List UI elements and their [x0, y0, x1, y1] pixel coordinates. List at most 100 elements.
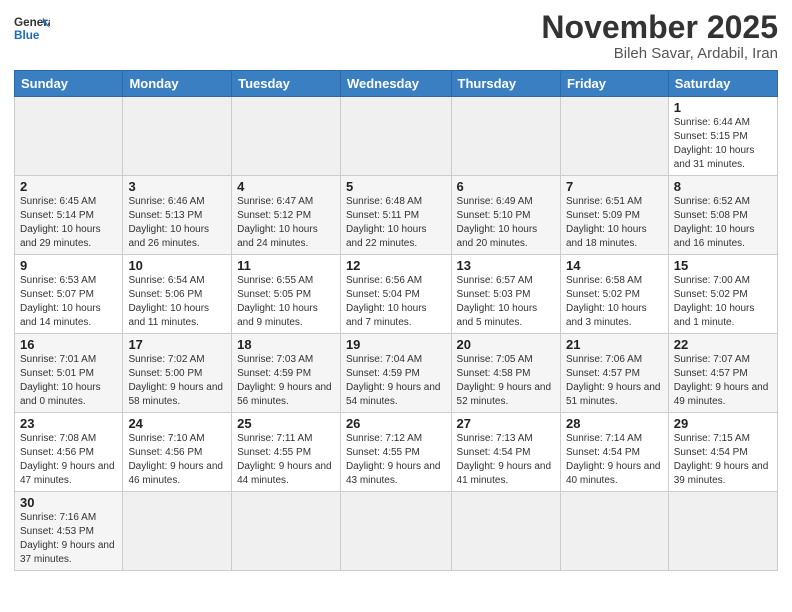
day-info: Sunrise: 7:03 AM Sunset: 4:59 PM Dayligh… [237, 353, 335, 409]
day-number: 12 [346, 258, 446, 273]
table-row: 27Sunrise: 7:13 AM Sunset: 4:54 PM Dayli… [451, 413, 560, 492]
day-number: 26 [346, 416, 446, 431]
day-info: Sunrise: 6:51 AM Sunset: 5:09 PM Dayligh… [566, 195, 663, 251]
day-info: Sunrise: 6:49 AM Sunset: 5:10 PM Dayligh… [457, 195, 555, 251]
table-row: 19Sunrise: 7:04 AM Sunset: 4:59 PM Dayli… [340, 334, 451, 413]
calendar-week-row: 23Sunrise: 7:08 AM Sunset: 4:56 PM Dayli… [15, 413, 778, 492]
day-info: Sunrise: 7:01 AM Sunset: 5:01 PM Dayligh… [20, 353, 117, 409]
table-row [123, 492, 232, 571]
table-row: 23Sunrise: 7:08 AM Sunset: 4:56 PM Dayli… [15, 413, 123, 492]
table-row: 26Sunrise: 7:12 AM Sunset: 4:55 PM Dayli… [340, 413, 451, 492]
day-number: 19 [346, 337, 446, 352]
table-row: 28Sunrise: 7:14 AM Sunset: 4:54 PM Dayli… [560, 413, 668, 492]
table-row: 17Sunrise: 7:02 AM Sunset: 5:00 PM Dayli… [123, 334, 232, 413]
day-number: 8 [674, 179, 772, 194]
table-row: 12Sunrise: 6:56 AM Sunset: 5:04 PM Dayli… [340, 255, 451, 334]
table-row [560, 492, 668, 571]
day-info: Sunrise: 7:14 AM Sunset: 4:54 PM Dayligh… [566, 432, 663, 488]
table-row: 14Sunrise: 6:58 AM Sunset: 5:02 PM Dayli… [560, 255, 668, 334]
day-info: Sunrise: 7:00 AM Sunset: 5:02 PM Dayligh… [674, 274, 772, 330]
table-row: 2Sunrise: 6:45 AM Sunset: 5:14 PM Daylig… [15, 176, 123, 255]
day-number: 24 [128, 416, 226, 431]
day-info: Sunrise: 6:46 AM Sunset: 5:13 PM Dayligh… [128, 195, 226, 251]
logo: General Blue [14, 10, 50, 46]
header: General Blue November 2025 Bileh Savar, … [14, 10, 778, 62]
day-info: Sunrise: 7:11 AM Sunset: 4:55 PM Dayligh… [237, 432, 335, 488]
table-row: 29Sunrise: 7:15 AM Sunset: 4:54 PM Dayli… [668, 413, 777, 492]
day-info: Sunrise: 7:10 AM Sunset: 4:56 PM Dayligh… [128, 432, 226, 488]
table-row [340, 492, 451, 571]
svg-text:Blue: Blue [14, 29, 40, 42]
table-row [232, 492, 341, 571]
calendar-week-row: 9Sunrise: 6:53 AM Sunset: 5:07 PM Daylig… [15, 255, 778, 334]
day-number: 4 [237, 179, 335, 194]
table-row: 7Sunrise: 6:51 AM Sunset: 5:09 PM Daylig… [560, 176, 668, 255]
day-number: 17 [128, 337, 226, 352]
table-row [15, 97, 123, 176]
day-number: 20 [457, 337, 555, 352]
day-info: Sunrise: 6:54 AM Sunset: 5:06 PM Dayligh… [128, 274, 226, 330]
table-row: 4Sunrise: 6:47 AM Sunset: 5:12 PM Daylig… [232, 176, 341, 255]
day-number: 30 [20, 495, 117, 510]
table-row: 8Sunrise: 6:52 AM Sunset: 5:08 PM Daylig… [668, 176, 777, 255]
day-info: Sunrise: 6:52 AM Sunset: 5:08 PM Dayligh… [674, 195, 772, 251]
day-number: 3 [128, 179, 226, 194]
header-wednesday: Wednesday [340, 71, 451, 97]
header-saturday: Saturday [668, 71, 777, 97]
day-info: Sunrise: 7:16 AM Sunset: 4:53 PM Dayligh… [20, 511, 117, 567]
table-row: 15Sunrise: 7:00 AM Sunset: 5:02 PM Dayli… [668, 255, 777, 334]
table-row: 21Sunrise: 7:06 AM Sunset: 4:57 PM Dayli… [560, 334, 668, 413]
day-number: 15 [674, 258, 772, 273]
table-row: 25Sunrise: 7:11 AM Sunset: 4:55 PM Dayli… [232, 413, 341, 492]
calendar-week-row: 30Sunrise: 7:16 AM Sunset: 4:53 PM Dayli… [15, 492, 778, 571]
day-info: Sunrise: 6:45 AM Sunset: 5:14 PM Dayligh… [20, 195, 117, 251]
day-info: Sunrise: 6:58 AM Sunset: 5:02 PM Dayligh… [566, 274, 663, 330]
day-number: 29 [674, 416, 772, 431]
table-row [123, 97, 232, 176]
day-number: 6 [457, 179, 555, 194]
day-info: Sunrise: 6:47 AM Sunset: 5:12 PM Dayligh… [237, 195, 335, 251]
table-row [451, 492, 560, 571]
table-row [340, 97, 451, 176]
day-info: Sunrise: 7:07 AM Sunset: 4:57 PM Dayligh… [674, 353, 772, 409]
header-monday: Monday [123, 71, 232, 97]
day-number: 27 [457, 416, 555, 431]
table-row [560, 97, 668, 176]
calendar-header-row: Sunday Monday Tuesday Wednesday Thursday… [15, 71, 778, 97]
day-info: Sunrise: 6:55 AM Sunset: 5:05 PM Dayligh… [237, 274, 335, 330]
table-row: 18Sunrise: 7:03 AM Sunset: 4:59 PM Dayli… [232, 334, 341, 413]
day-number: 11 [237, 258, 335, 273]
day-number: 13 [457, 258, 555, 273]
table-row: 3Sunrise: 6:46 AM Sunset: 5:13 PM Daylig… [123, 176, 232, 255]
location-title: Bileh Savar, Ardabil, Iran [541, 45, 778, 62]
day-number: 9 [20, 258, 117, 273]
calendar-week-row: 16Sunrise: 7:01 AM Sunset: 5:01 PM Dayli… [15, 334, 778, 413]
header-friday: Friday [560, 71, 668, 97]
page: General Blue November 2025 Bileh Savar, … [0, 0, 792, 612]
table-row: 1Sunrise: 6:44 AM Sunset: 5:15 PM Daylig… [668, 97, 777, 176]
table-row: 5Sunrise: 6:48 AM Sunset: 5:11 PM Daylig… [340, 176, 451, 255]
table-row: 22Sunrise: 7:07 AM Sunset: 4:57 PM Dayli… [668, 334, 777, 413]
day-info: Sunrise: 7:13 AM Sunset: 4:54 PM Dayligh… [457, 432, 555, 488]
table-row: 6Sunrise: 6:49 AM Sunset: 5:10 PM Daylig… [451, 176, 560, 255]
table-row [451, 97, 560, 176]
day-number: 16 [20, 337, 117, 352]
table-row: 16Sunrise: 7:01 AM Sunset: 5:01 PM Dayli… [15, 334, 123, 413]
day-number: 10 [128, 258, 226, 273]
header-tuesday: Tuesday [232, 71, 341, 97]
calendar-week-row: 1Sunrise: 6:44 AM Sunset: 5:15 PM Daylig… [15, 97, 778, 176]
day-info: Sunrise: 6:44 AM Sunset: 5:15 PM Dayligh… [674, 116, 772, 172]
day-number: 23 [20, 416, 117, 431]
calendar-table: Sunday Monday Tuesday Wednesday Thursday… [14, 70, 778, 571]
day-info: Sunrise: 6:56 AM Sunset: 5:04 PM Dayligh… [346, 274, 446, 330]
table-row: 9Sunrise: 6:53 AM Sunset: 5:07 PM Daylig… [15, 255, 123, 334]
day-number: 1 [674, 100, 772, 115]
table-row: 20Sunrise: 7:05 AM Sunset: 4:58 PM Dayli… [451, 334, 560, 413]
day-info: Sunrise: 7:05 AM Sunset: 4:58 PM Dayligh… [457, 353, 555, 409]
logo-icon: General Blue [14, 10, 50, 46]
month-title: November 2025 [541, 10, 778, 45]
table-row: 30Sunrise: 7:16 AM Sunset: 4:53 PM Dayli… [15, 492, 123, 571]
table-row: 24Sunrise: 7:10 AM Sunset: 4:56 PM Dayli… [123, 413, 232, 492]
day-info: Sunrise: 6:57 AM Sunset: 5:03 PM Dayligh… [457, 274, 555, 330]
day-number: 28 [566, 416, 663, 431]
